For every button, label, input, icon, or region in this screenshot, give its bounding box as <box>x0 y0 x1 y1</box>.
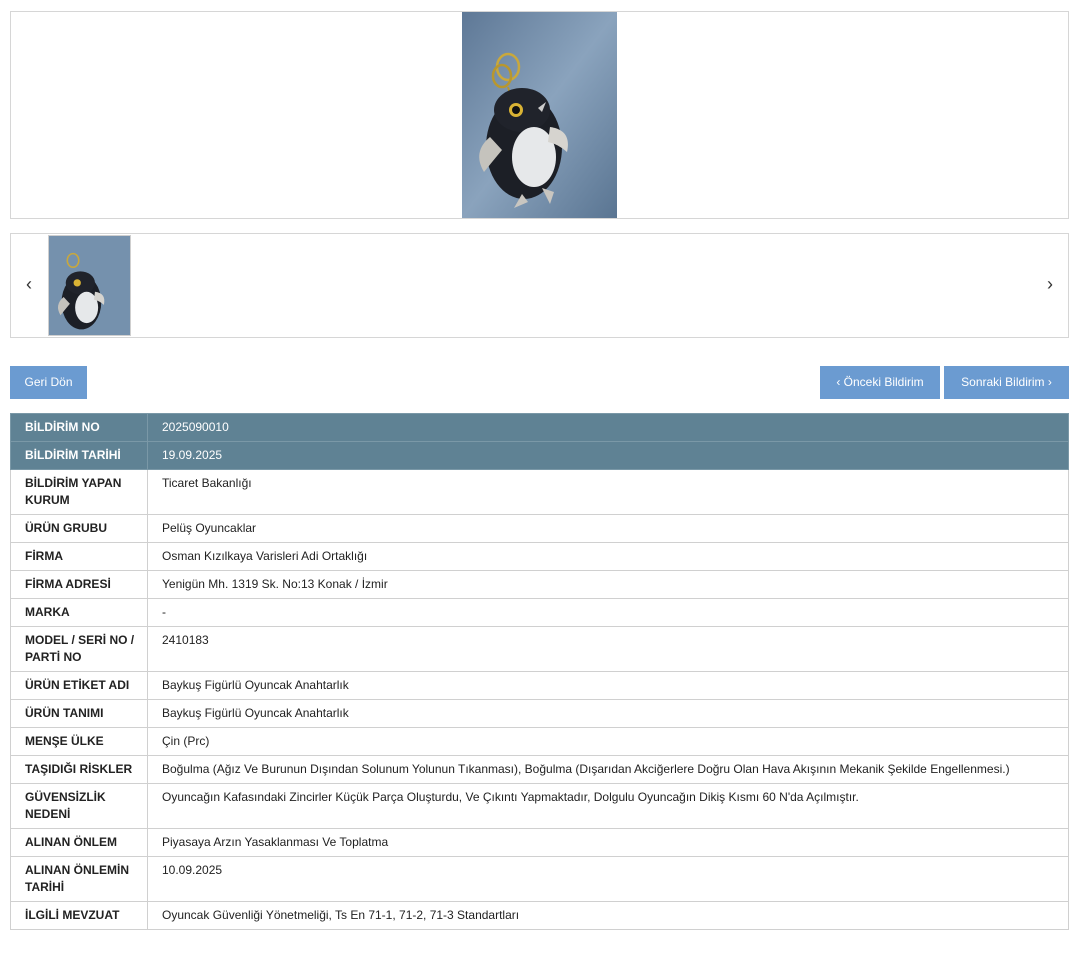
main-image-container <box>10 11 1069 219</box>
table-row: MENŞE ÜLKE Çin (Prc) <box>10 727 1069 756</box>
chevron-right-icon[interactable]: › <box>1038 272 1062 296</box>
row-value: Osman Kızılkaya Varisleri Adi Ortaklığı <box>147 542 1069 571</box>
row-label: ÜRÜN GRUBU <box>10 514 148 543</box>
table-row: BİLDİRİM TARİHİ 19.09.2025 <box>10 441 1069 470</box>
table-row: TAŞIDIĞI RİSKLER Boğulma (Ağız Ve Burunu… <box>10 755 1069 784</box>
row-value: Piyasaya Arzın Yasaklanması Ve Toplatma <box>147 828 1069 857</box>
row-label: TAŞIDIĞI RİSKLER <box>10 755 148 784</box>
table-row: BİLDİRİM NO 2025090010 <box>10 413 1069 442</box>
row-label: ALINAN ÖNLEMİN TARİHİ <box>10 856 148 902</box>
table-row: GÜVENSİZLİK NEDENİ Oyuncağın Kafasındaki… <box>10 783 1069 829</box>
table-row: BİLDİRİM YAPAN KURUM Ticaret Bakanlığı <box>10 469 1069 515</box>
row-label: BİLDİRİM NO <box>10 413 148 442</box>
row-label: İLGİLİ MEVZUAT <box>10 901 148 930</box>
row-value: - <box>147 598 1069 627</box>
row-value: Pelüş Oyuncaklar <box>147 514 1069 543</box>
owl-keychain-thumb-image <box>49 236 130 335</box>
thumbnail-item[interactable] <box>48 235 131 336</box>
table-row: ÜRÜN ETİKET ADI Baykuş Figürlü Oyuncak A… <box>10 671 1069 700</box>
row-value: 2025090010 <box>147 413 1069 442</box>
row-value: Boğulma (Ağız Ve Burunun Dışından Solunu… <box>147 755 1069 784</box>
table-row: İLGİLİ MEVZUAT Oyuncak Güvenliği Yönetme… <box>10 901 1069 930</box>
row-label: ALINAN ÖNLEM <box>10 828 148 857</box>
row-label: GÜVENSİZLİK NEDENİ <box>10 783 148 829</box>
row-value: 19.09.2025 <box>147 441 1069 470</box>
thumbnail-strip: ‹ › <box>10 233 1069 338</box>
row-label: BİLDİRİM YAPAN KURUM <box>10 469 148 515</box>
row-value: 2410183 <box>147 626 1069 672</box>
product-photo[interactable] <box>462 12 617 218</box>
table-row: ÜRÜN TANIMI Baykuş Figürlü Oyuncak Anaht… <box>10 699 1069 728</box>
chevron-left-icon[interactable]: ‹ <box>17 272 41 296</box>
previous-notification-button[interactable]: ‹ Önceki Bildirim <box>820 366 940 399</box>
row-value: Çin (Prc) <box>147 727 1069 756</box>
back-button[interactable]: Geri Dön <box>10 366 87 399</box>
table-row: ALINAN ÖNLEMİN TARİHİ 10.09.2025 <box>10 856 1069 902</box>
notification-details-table: BİLDİRİM NO 2025090010 BİLDİRİM TARİHİ 1… <box>10 413 1069 930</box>
row-value: Ticaret Bakanlığı <box>147 469 1069 515</box>
table-row: FİRMA ADRESİ Yenigün Mh. 1319 Sk. No:13 … <box>10 570 1069 599</box>
row-value: 10.09.2025 <box>147 856 1069 902</box>
row-label: MENŞE ÜLKE <box>10 727 148 756</box>
row-value: Yenigün Mh. 1319 Sk. No:13 Konak / İzmir <box>147 570 1069 599</box>
table-row: ÜRÜN GRUBU Pelüş Oyuncaklar <box>10 514 1069 543</box>
row-label: BİLDİRİM TARİHİ <box>10 441 148 470</box>
owl-keychain-image <box>462 12 617 218</box>
row-label: MARKA <box>10 598 148 627</box>
table-row: MARKA - <box>10 598 1069 627</box>
next-notification-button[interactable]: Sonraki Bildirim › <box>944 366 1069 399</box>
table-row: FİRMA Osman Kızılkaya Varisleri Adi Orta… <box>10 542 1069 571</box>
row-value: Baykuş Figürlü Oyuncak Anahtarlık <box>147 699 1069 728</box>
row-value: Baykuş Figürlü Oyuncak Anahtarlık <box>147 671 1069 700</box>
row-label: FİRMA ADRESİ <box>10 570 148 599</box>
row-label: MODEL / SERİ NO / PARTİ NO <box>10 626 148 672</box>
row-value: Oyuncak Güvenliği Yönetmeliği, Ts En 71-… <box>147 901 1069 930</box>
row-value: Oyuncağın Kafasındaki Zincirler Küçük Pa… <box>147 783 1069 829</box>
table-row: MODEL / SERİ NO / PARTİ NO 2410183 <box>10 626 1069 672</box>
table-row: ALINAN ÖNLEM Piyasaya Arzın Yasaklanması… <box>10 828 1069 857</box>
row-label: ÜRÜN TANIMI <box>10 699 148 728</box>
row-label: ÜRÜN ETİKET ADI <box>10 671 148 700</box>
row-label: FİRMA <box>10 542 148 571</box>
